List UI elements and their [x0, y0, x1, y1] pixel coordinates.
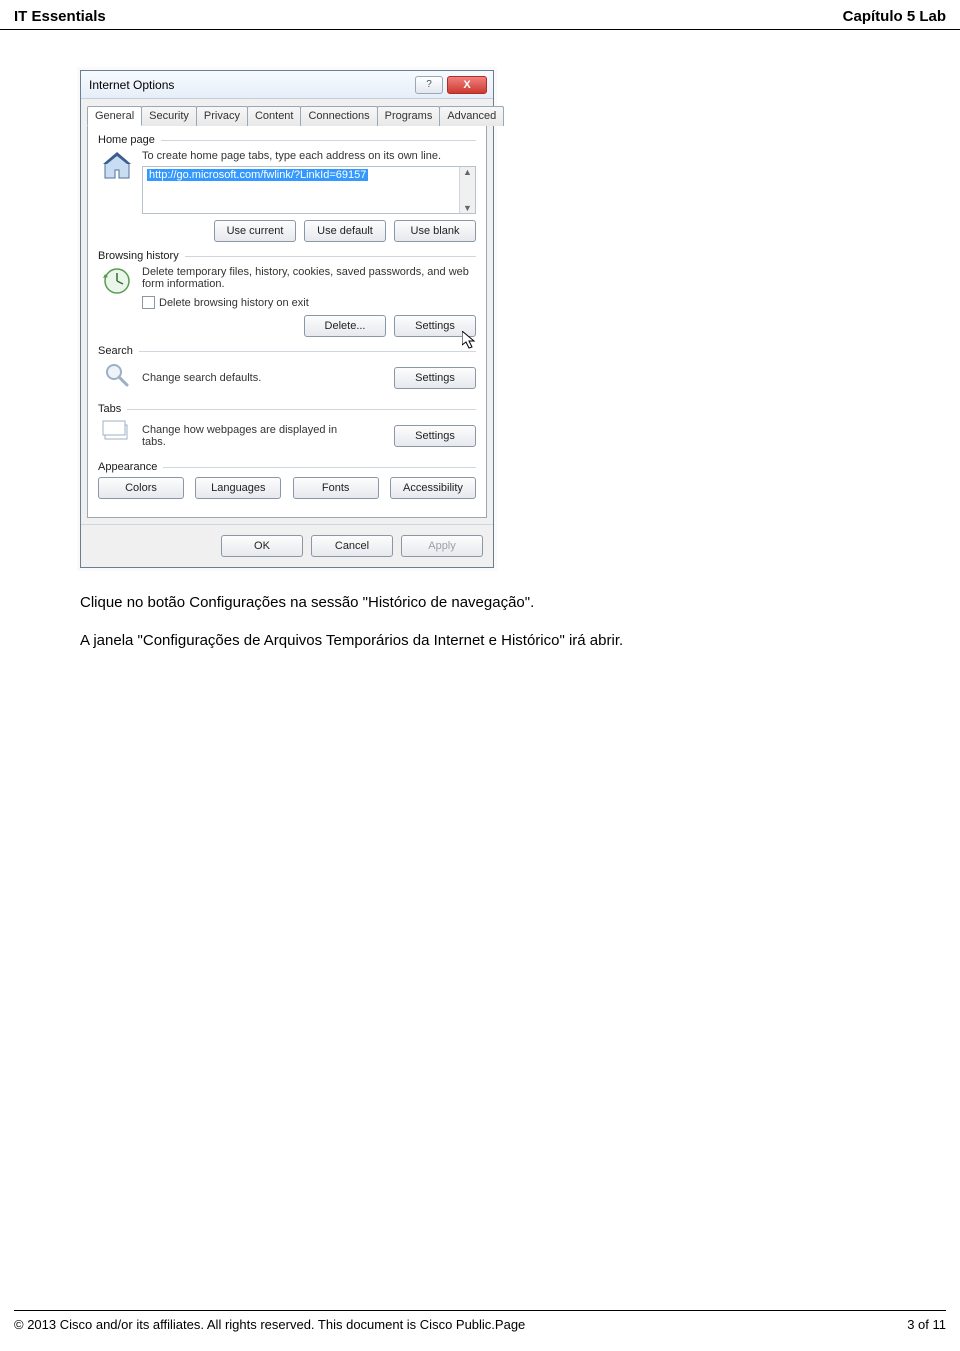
- homepage-url-text[interactable]: http://go.microsoft.com/fwlink/?LinkId=6…: [143, 167, 459, 213]
- homepage-text: To create home page tabs, type each addr…: [142, 150, 476, 162]
- group-homepage-label: Home page: [98, 134, 155, 146]
- group-tabs-label: Tabs: [98, 403, 121, 415]
- group-appearance: Appearance Colors Languages Fonts Access…: [98, 461, 476, 499]
- group-appearance-label: Appearance: [98, 461, 157, 473]
- group-tabs: Tabs Change how webpages are displayed i…: [98, 403, 476, 453]
- dialog-bottom-bar: OK Cancel Apply: [81, 524, 493, 567]
- close-icon: X: [463, 79, 470, 91]
- delete-button[interactable]: Delete...: [304, 315, 386, 337]
- delete-on-exit-label: Delete browsing history on exit: [159, 297, 309, 309]
- tab-general-body: Home page To create home page tabs, type…: [87, 125, 487, 518]
- divider: [139, 351, 476, 352]
- tab-connections[interactable]: Connections: [300, 106, 377, 126]
- group-search: Search Change search defaults. Settings: [98, 345, 476, 395]
- page-footer: © 2013 Cisco and/or its affiliates. All …: [0, 1311, 960, 1342]
- use-current-button[interactable]: Use current: [214, 220, 296, 242]
- footer-right: 3 of 11: [907, 1317, 946, 1332]
- help-button[interactable]: ?: [415, 76, 443, 94]
- languages-button[interactable]: Languages: [195, 477, 281, 499]
- instruction-line-1: Clique no botão Configurações na sessão …: [80, 592, 946, 614]
- help-icon: ?: [426, 79, 432, 90]
- delete-on-exit-checkbox[interactable]: [142, 296, 155, 309]
- history-icon: [100, 266, 134, 300]
- scrollbar[interactable]: ▲▼: [459, 167, 475, 213]
- use-default-button[interactable]: Use default: [304, 220, 386, 242]
- search-settings-button[interactable]: Settings: [394, 367, 476, 389]
- fonts-button[interactable]: Fonts: [293, 477, 379, 499]
- instructions: Clique no botão Configurações na sessão …: [80, 592, 946, 652]
- close-button[interactable]: X: [447, 76, 487, 94]
- page-body: Internet Options ? X General Security Pr…: [0, 30, 960, 1310]
- footer-left: © 2013 Cisco and/or its affiliates. All …: [14, 1317, 525, 1332]
- scroll-up-icon[interactable]: ▲: [460, 167, 475, 177]
- group-homepage: Home page To create home page tabs, type…: [98, 134, 476, 242]
- header-right: Capítulo 5 Lab: [843, 8, 946, 25]
- tabs-text: Change how webpages are displayed in tab…: [142, 424, 342, 448]
- cursor-icon: [462, 331, 478, 351]
- homepage-url-box[interactable]: http://go.microsoft.com/fwlink/?LinkId=6…: [142, 166, 476, 214]
- group-history: Browsing history Delete temporary files,…: [98, 250, 476, 337]
- divider: [127, 409, 476, 410]
- homepage-url: http://go.microsoft.com/fwlink/?LinkId=6…: [147, 169, 368, 181]
- search-icon: [100, 361, 134, 395]
- divider: [161, 140, 476, 141]
- divider: [163, 467, 476, 468]
- home-icon: [100, 150, 134, 184]
- tab-content[interactable]: Content: [247, 106, 302, 126]
- dialog-title: Internet Options: [89, 78, 411, 92]
- accessibility-button[interactable]: Accessibility: [390, 477, 476, 499]
- cancel-button[interactable]: Cancel: [311, 535, 393, 557]
- instruction-line-2: A janela "Configurações de Arquivos Temp…: [80, 630, 946, 652]
- page-header: IT Essentials Capítulo 5 Lab: [0, 0, 960, 30]
- tab-privacy[interactable]: Privacy: [196, 106, 248, 126]
- titlebar: Internet Options ? X: [81, 71, 493, 99]
- tab-security[interactable]: Security: [141, 106, 197, 126]
- tab-advanced[interactable]: Advanced: [439, 106, 504, 126]
- use-blank-button[interactable]: Use blank: [394, 220, 476, 242]
- tabs-row: General Security Privacy Content Connect…: [81, 99, 493, 125]
- tabs-settings-button[interactable]: Settings: [394, 425, 476, 447]
- internet-options-dialog: Internet Options ? X General Security Pr…: [80, 70, 494, 568]
- search-text: Change search defaults.: [142, 372, 261, 384]
- group-search-label: Search: [98, 345, 133, 357]
- tab-general[interactable]: General: [87, 106, 142, 126]
- scroll-down-icon[interactable]: ▼: [460, 203, 475, 213]
- tab-programs[interactable]: Programs: [377, 106, 441, 126]
- divider: [185, 256, 476, 257]
- header-left: IT Essentials: [14, 8, 106, 25]
- tabs-icon: [100, 419, 134, 453]
- history-text: Delete temporary files, history, cookies…: [142, 266, 476, 290]
- ok-button[interactable]: OK: [221, 535, 303, 557]
- colors-button[interactable]: Colors: [98, 477, 184, 499]
- apply-button[interactable]: Apply: [401, 535, 483, 557]
- group-history-label: Browsing history: [98, 250, 179, 262]
